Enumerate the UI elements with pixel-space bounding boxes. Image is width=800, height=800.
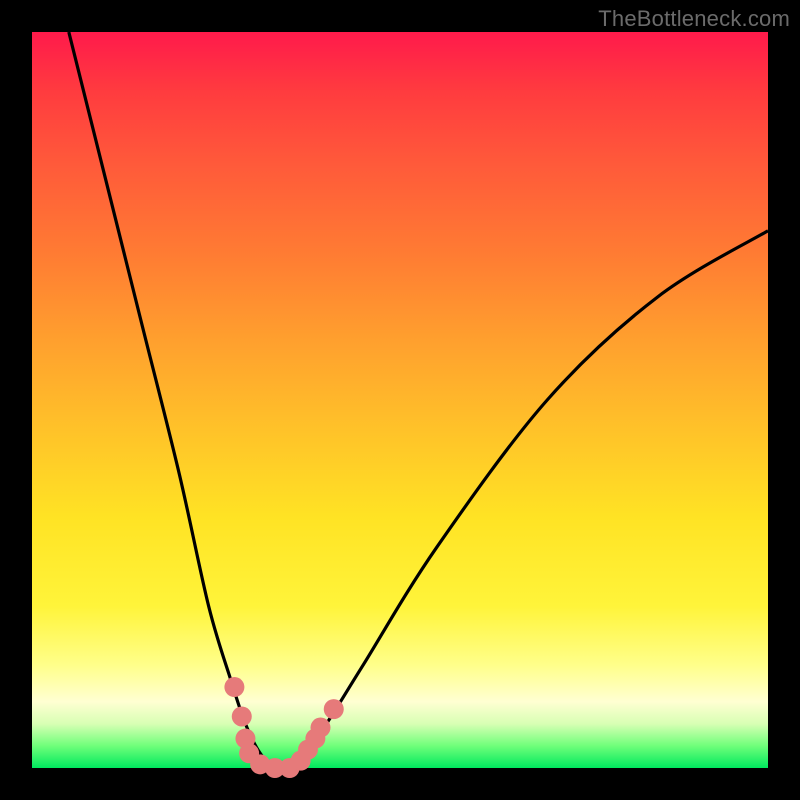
highlight-dot <box>232 706 252 726</box>
curve-svg <box>32 32 768 768</box>
chart-frame: TheBottleneck.com <box>0 0 800 800</box>
watermark-text: TheBottleneck.com <box>598 6 790 32</box>
highlight-dot <box>224 677 244 697</box>
bottleneck-curve-path <box>69 32 768 770</box>
highlight-dot <box>311 718 331 738</box>
highlight-dots-group <box>224 677 343 778</box>
highlight-dot <box>324 699 344 719</box>
plot-area <box>32 32 768 768</box>
